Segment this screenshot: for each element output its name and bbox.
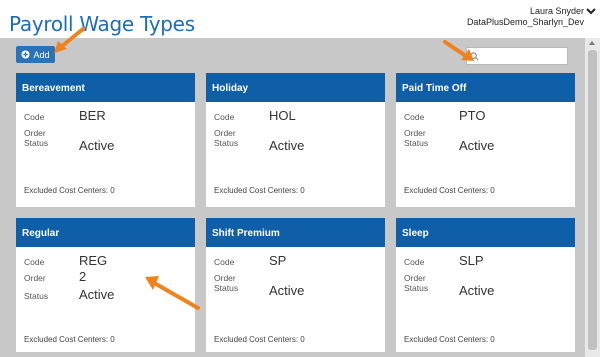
- add-button[interactable]: Add: [16, 46, 55, 63]
- search-input[interactable]: [466, 47, 568, 65]
- code-label: Code: [214, 257, 235, 267]
- excluded-cost-centers: Excluded Cost Centers: 0: [404, 186, 495, 195]
- status-value: Active: [269, 138, 305, 153]
- code-value: SLP: [459, 253, 484, 268]
- user-menu[interactable]: Laura Snyder DataPlusDemo_Sharlyn_Dev: [467, 6, 584, 28]
- chevron-down-icon[interactable]: [586, 6, 596, 16]
- status-label: Status: [24, 138, 49, 148]
- status-label: Status: [24, 291, 49, 301]
- status-value: Active: [459, 283, 495, 298]
- page-title: Payroll Wage Types: [9, 12, 195, 36]
- code-label: Code: [404, 257, 425, 267]
- add-button-label: Add: [33, 49, 50, 60]
- card-title: Bereavement: [16, 73, 195, 102]
- status-value: Active: [269, 283, 305, 298]
- order-value: 2: [79, 269, 87, 284]
- card-title: Shift Premium: [206, 218, 385, 247]
- excluded-cost-centers: Excluded Cost Centers: 0: [404, 335, 495, 344]
- main-content: Add Bereavement Code BER Order Status Ac…: [0, 38, 585, 357]
- card-title: Holiday: [206, 73, 385, 102]
- code-label: Code: [24, 257, 45, 267]
- status-value: Active: [79, 138, 115, 153]
- code-value: PTO: [459, 108, 486, 123]
- code-value: SP: [269, 253, 287, 268]
- scroll-up-arrow-icon[interactable]: [589, 41, 595, 45]
- code-label: Code: [214, 112, 235, 122]
- order-label: Order: [24, 128, 46, 138]
- excluded-cost-centers: Excluded Cost Centers: 0: [214, 186, 305, 195]
- wage-type-card[interactable]: Regular Code REG Order 2 Status Active E…: [16, 218, 195, 352]
- wage-type-card[interactable]: Holiday Code HOL Order Status Active Exc…: [206, 73, 385, 207]
- search-icon: [470, 52, 479, 61]
- wage-type-card[interactable]: Sleep Code SLP Order Status Active Exclu…: [396, 218, 575, 352]
- excluded-cost-centers: Excluded Cost Centers: 0: [24, 335, 115, 344]
- code-label: Code: [404, 112, 425, 122]
- wage-type-card[interactable]: Bereavement Code BER Order Status Active…: [16, 73, 195, 207]
- card-title: Sleep: [396, 218, 575, 247]
- status-value: Active: [459, 138, 495, 153]
- code-value: BER: [79, 108, 106, 123]
- vertical-scrollbar[interactable]: [585, 38, 600, 357]
- code-value: REG: [79, 253, 108, 268]
- plus-circle-icon: [21, 50, 31, 59]
- status-label: Status: [214, 138, 239, 148]
- user-name: Laura Snyder: [529, 6, 584, 16]
- wage-type-card[interactable]: Shift Premium Code SP Order Status Activ…: [206, 218, 385, 352]
- code-value: HOL: [269, 108, 296, 123]
- wage-type-card[interactable]: Paid Time Off Code PTO Order Status Acti…: [396, 73, 575, 207]
- status-value: Active: [79, 287, 115, 302]
- scroll-thumb[interactable]: [588, 50, 597, 350]
- order-label: Order: [24, 273, 46, 283]
- order-label: Order: [404, 128, 426, 138]
- order-label: Order: [214, 128, 236, 138]
- status-label: Status: [404, 283, 429, 293]
- status-label: Status: [214, 283, 239, 293]
- card-title: Regular: [16, 218, 195, 247]
- user-database: DataPlusDemo_Sharlyn_Dev: [466, 17, 584, 27]
- order-label: Order: [214, 273, 236, 283]
- order-label: Order: [404, 273, 426, 283]
- excluded-cost-centers: Excluded Cost Centers: 0: [24, 186, 115, 195]
- card-title: Paid Time Off: [396, 73, 575, 102]
- code-label: Code: [24, 112, 45, 122]
- status-label: Status: [404, 138, 429, 148]
- header-bar: Payroll Wage Types Laura Snyder DataPlus…: [0, 0, 600, 38]
- excluded-cost-centers: Excluded Cost Centers: 0: [214, 335, 305, 344]
